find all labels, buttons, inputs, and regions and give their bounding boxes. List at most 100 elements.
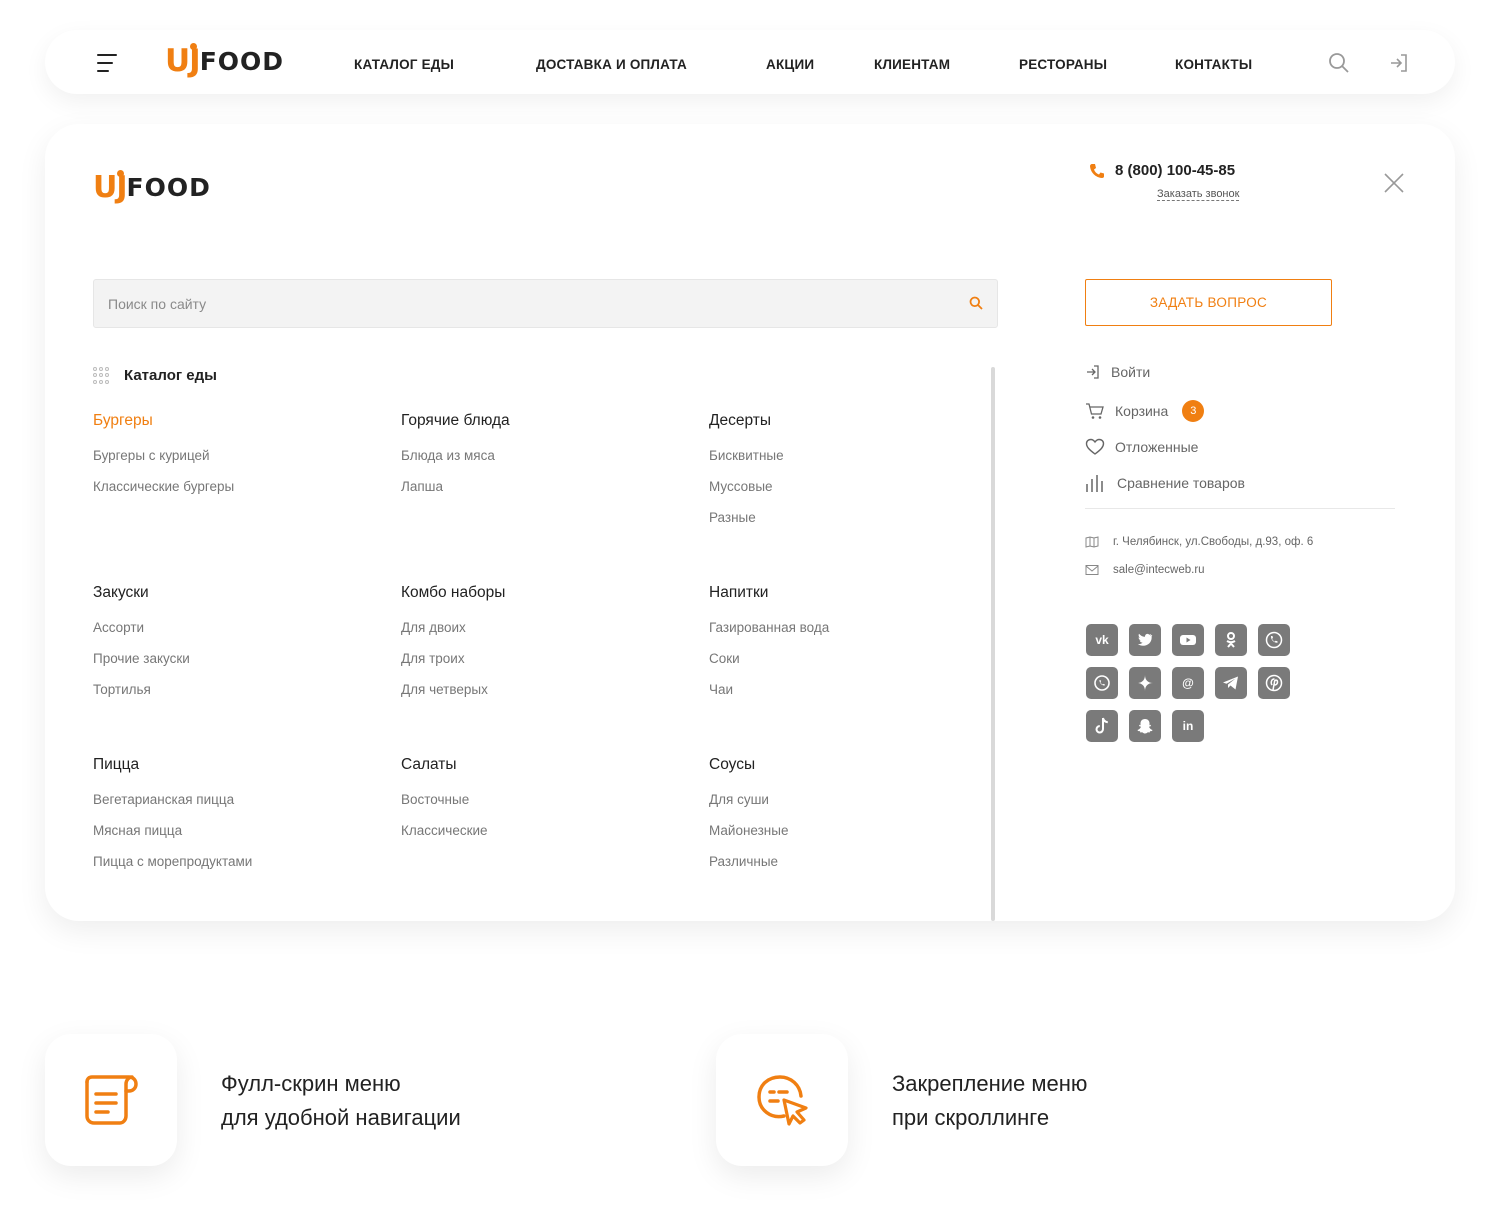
category-title[interactable]: Десерты [709,412,999,430]
category-title[interactable]: Салаты [401,756,691,774]
viber-icon[interactable] [1258,624,1290,656]
youtube-icon[interactable] [1172,624,1204,656]
category-title[interactable]: Пицца [93,756,383,774]
fullscreen-menu: UJ FOOD 8 (800) 100-45-85 Заказать звоно… [45,124,1455,921]
close-icon[interactable] [1383,172,1405,194]
twitter-icon[interactable] [1129,624,1161,656]
category-desserts: Десерты Бисквитные Муссовые Разные [709,412,999,541]
address-text: г. Челябинск, ул.Свободы, д.93, оф. 6 [1113,536,1314,548]
compare-icon [1086,475,1103,492]
nav-contacts[interactable]: КОНТАКТЫ [1175,57,1252,72]
grid-icon [93,367,110,384]
category-snacks: Закуски Ассорти Прочие закуски Тортилья [93,584,383,713]
telegram-icon[interactable] [1215,667,1247,699]
cart-label: Корзина [1115,403,1169,419]
category-title[interactable]: Закуски [93,584,383,602]
category-item[interactable]: Соки [709,651,999,682]
linkedin-icon[interactable]: in [1172,710,1204,742]
category-item[interactable]: Классические бургеры [93,479,383,510]
category-salads: Салаты Восточные Классические [401,756,691,854]
whatsapp-icon[interactable] [1086,667,1118,699]
category-item[interactable]: Газированная вода [709,620,999,651]
compare-link[interactable]: Сравнение товаров [1085,473,1245,493]
category-item[interactable]: Вегетарианская пицца [93,792,383,823]
map-icon [1085,536,1099,548]
feature-fullscreen-text: Фулл-скрин меню для удобной навигации [221,1067,461,1135]
category-item[interactable]: Для суши [709,792,999,823]
callback-link[interactable]: Заказать звонок [1157,188,1240,201]
vk-icon[interactable]: vk [1086,624,1118,656]
favorites-label: Отложенные [1115,439,1199,455]
nav-catalog[interactable]: КАТАЛОГ ЕДЫ [354,57,454,72]
category-item[interactable]: Ассорти [93,620,383,651]
email[interactable]: sale@intecweb.ru [1085,564,1205,576]
feature-sticky-text: Закрепление меню при скроллинге [892,1067,1087,1135]
search-input[interactable] [94,280,954,327]
header-bar: UJ FOOD КАТАЛОГ ЕДЫ ДОСТАВКА И ОПЛАТА АК… [45,30,1455,94]
login-icon[interactable] [1388,52,1410,74]
category-item[interactable]: Классические [401,823,691,854]
category-item[interactable]: Для двоих [401,620,691,651]
category-item[interactable]: Лапша [401,479,691,510]
menu-logo[interactable]: UJ FOOD [93,170,211,205]
category-drinks: Напитки Газированная вода Соки Чаи [709,584,999,713]
mail-ru-icon[interactable]: @ [1172,667,1204,699]
search-icon[interactable] [1328,52,1350,74]
login-icon [1087,365,1099,379]
category-item[interactable]: Муссовые [709,479,999,510]
login-label: Войти [1111,364,1151,380]
category-item[interactable]: Майонезные [709,823,999,854]
zen-icon[interactable] [1129,667,1161,699]
category-item[interactable]: Бургеры с курицей [93,448,383,479]
category-item[interactable]: Мясная пицца [93,823,383,854]
feature-title-line: при скроллинге [892,1105,1050,1130]
search-submit-icon[interactable] [969,296,983,310]
category-item[interactable]: Восточные [401,792,691,823]
menu-doc-icon [85,1075,138,1125]
category-item[interactable]: Тортилья [93,682,383,713]
category-item[interactable]: Для троих [401,651,691,682]
burger-menu-icon[interactable] [97,54,117,72]
favorites-link[interactable]: Отложенные [1085,438,1198,456]
category-item[interactable]: Пицца с морепродуктами [93,854,383,885]
snapchat-icon[interactable] [1129,710,1161,742]
category-item[interactable]: Чаи [709,682,999,713]
category-item[interactable]: Блюда из мяса [401,448,691,479]
ask-question-button[interactable]: ЗАДАТЬ ВОПРОС [1085,279,1332,326]
catalog-heading: Каталог еды [93,367,217,384]
cart-icon [1086,403,1104,419]
category-hot-dishes: Горячие блюда Блюда из мяса Лапша [401,412,691,510]
phone-number[interactable]: 8 (800) 100-45-85 [1089,162,1235,179]
category-title[interactable]: Соусы [709,756,999,774]
compare-label: Сравнение товаров [1117,475,1245,491]
category-item[interactable]: Бисквитные [709,448,999,479]
feature-sticky-card [716,1034,848,1166]
pinterest-icon[interactable] [1258,667,1290,699]
category-item[interactable]: Разные [709,510,999,541]
category-item[interactable]: Для четверых [401,682,691,713]
search-box [93,279,998,328]
category-title[interactable]: Бургеры [93,412,383,430]
category-item[interactable]: Прочие закуски [93,651,383,682]
login-link[interactable]: Войти [1085,364,1150,380]
feature-fullscreen-card [45,1034,177,1166]
nav-clients[interactable]: КЛИЕНТАМ [874,57,950,72]
nav-restaurants[interactable]: РЕСТОРАНЫ [1019,57,1107,72]
category-title[interactable]: Горячие блюда [401,412,691,430]
category-title[interactable]: Напитки [709,584,999,602]
tiktok-icon[interactable] [1086,710,1118,742]
odnoklassniki-icon[interactable] [1215,624,1247,656]
nav-promotions[interactable]: АКЦИИ [766,57,814,72]
nav-delivery[interactable]: ДОСТАВКА И ОПЛАТА [536,57,687,72]
logo[interactable]: UJ FOOD [165,43,284,79]
category-title[interactable]: Комбо наборы [401,584,691,602]
address: г. Челябинск, ул.Свободы, д.93, оф. 6 [1085,536,1313,548]
mail-icon [1085,565,1099,575]
catalog-title: Каталог еды [124,367,217,384]
category-item[interactable]: Различные [709,854,999,885]
cart-link[interactable]: Корзина 3 [1085,400,1205,422]
feature-title-line: для удобной навигации [221,1105,461,1130]
phone-icon [1090,163,1104,178]
cursor-click-icon [757,1075,808,1126]
logo-text: FOOD [199,46,285,76]
